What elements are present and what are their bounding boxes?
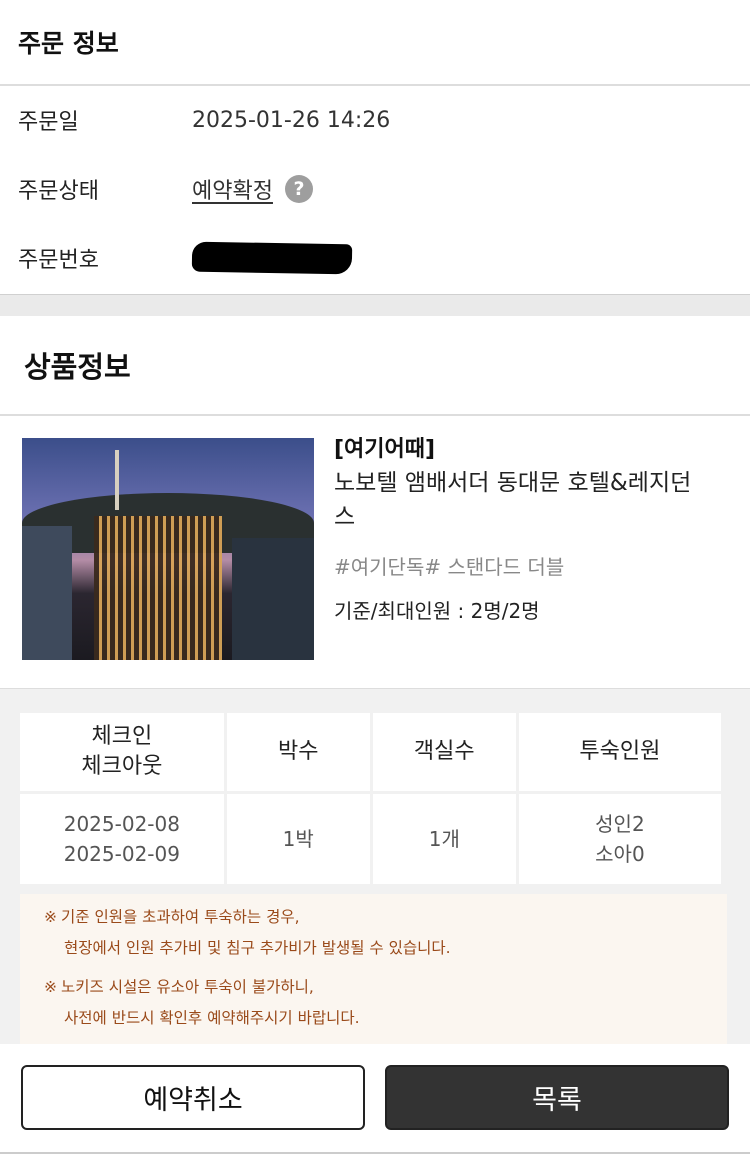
cancel-reservation-button[interactable]: 예약취소 <box>21 1065 365 1130</box>
notice-box: ※ 기준 인원을 초과하여 투숙하는 경우, 현장에서 인원 추가비 및 침구 추… <box>20 894 727 1054</box>
room-capacity: 기준/최대인원 : 2명/2명 <box>334 599 540 623</box>
order-number-row: 주문번호 <box>18 238 732 278</box>
room-type: #여기단독# 스탠다드 더블 <box>334 555 565 579</box>
hotel-image-building <box>22 526 72 660</box>
order-date-label: 주문일 <box>18 110 79 135</box>
product-name-line1: 노보텔 앰배서더 동대문 호텔&레지던 <box>334 470 692 496</box>
product-brand: [여기어때] <box>334 437 436 462</box>
children-value: 소아0 <box>595 842 645 866</box>
order-status-label: 주문상태 <box>18 179 99 204</box>
nights-header: 박수 <box>226 713 370 791</box>
rooms-header: 객실수 <box>372 713 516 791</box>
order-status-link[interactable]: 예약확정 <box>192 173 273 205</box>
checkin-checkout-cell: 2025-02-08 2025-02-09 <box>20 794 224 884</box>
notice-mark: ※ <box>44 978 57 996</box>
nights-value: 1박 <box>226 794 370 884</box>
product-name-line2: 스 <box>334 504 356 530</box>
stay-table-header-row: 체크인 체크아웃 박수 객실수 투숙인원 <box>20 713 721 791</box>
hotel-image-tower <box>115 450 119 510</box>
section-divider <box>0 294 750 316</box>
checkin-date: 2025-02-08 <box>63 812 180 836</box>
checkout-date: 2025-02-09 <box>63 842 180 866</box>
hotel-image-main-building <box>94 516 222 660</box>
notice-item: ※ 기준 인원을 초과하여 투숙하는 경우, 현장에서 인원 추가비 및 침구 추… <box>44 902 703 964</box>
guests-cell: 성인2 소아0 <box>518 794 721 884</box>
list-button[interactable]: 목록 <box>385 1065 729 1130</box>
notice-item2-line2: 사전에 반드시 확인후 예약해주시기 바랍니다. <box>64 1009 360 1027</box>
notice-item1-line1: 기준 인원을 초과하여 투숙하는 경우, <box>61 908 300 926</box>
order-info-header: 주문 정보 <box>0 0 750 86</box>
checkout-header: 체크아웃 <box>81 754 163 779</box>
adults-value: 성인2 <box>595 812 645 836</box>
stay-table: 체크인 체크아웃 박수 객실수 투숙인원 2025-02-08 2025-02-… <box>17 710 724 887</box>
product-info-title: 상품정보 <box>24 350 131 384</box>
stay-detail-area: 체크인 체크아웃 박수 객실수 투숙인원 2025-02-08 2025-02-… <box>0 688 750 1054</box>
stay-table-row: 2025-02-08 2025-02-09 1박 1개 성인2 소아0 <box>20 794 721 884</box>
bottom-divider <box>0 1152 750 1154</box>
order-info-title: 주문 정보 <box>18 29 119 58</box>
rooms-value: 1개 <box>372 794 516 884</box>
notice-mark: ※ <box>44 908 57 926</box>
notice-item1-line2: 현장에서 인원 추가비 및 침구 추가비가 발생될 수 있습니다. <box>64 939 451 957</box>
order-date-row: 주문일 2025-01-26 14:26 <box>18 100 732 140</box>
bottom-action-bar: 예약취소 목록 <box>0 1044 750 1162</box>
order-number-label: 주문번호 <box>18 248 99 273</box>
notice-item: ※ 노키즈 시설은 유소아 투숙이 불가하니, 사전에 반드시 확인후 예약해주시… <box>44 972 703 1034</box>
order-status-row: 주문상태 예약확정 ? <box>18 169 732 209</box>
checkin-header: 체크인 <box>91 724 153 749</box>
checkin-checkout-header: 체크인 체크아웃 <box>20 713 224 791</box>
product-details: [여기어때] 노보텔 앰배서더 동대문 호텔&레지던 스 #여기단독# 스탠다드… <box>334 434 734 626</box>
hotel-thumbnail[interactable] <box>22 438 314 660</box>
hotel-image-building <box>232 538 314 660</box>
order-info-section: 주문일 2025-01-26 14:26 주문상태 예약확정 ? 주문번호 <box>0 86 750 294</box>
notice-item2-line1: 노키즈 시설은 유소아 투숙이 불가하니, <box>61 978 314 996</box>
product-card[interactable]: [여기어때] 노보텔 앰배서더 동대문 호텔&레지던 스 #여기단독# 스탠다드… <box>0 416 750 690</box>
order-date-value: 2025-01-26 14:26 <box>192 107 391 133</box>
help-icon[interactable]: ? <box>284 175 313 203</box>
redacted-order-number <box>191 241 353 275</box>
guests-header: 투숙인원 <box>518 713 721 791</box>
product-info-header: 상품정보 <box>0 316 750 416</box>
